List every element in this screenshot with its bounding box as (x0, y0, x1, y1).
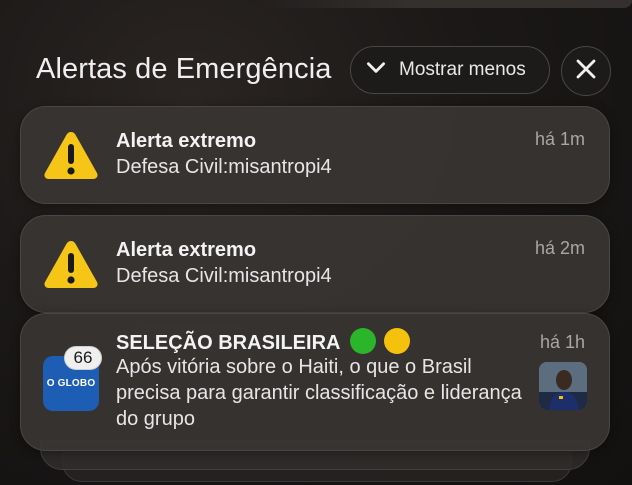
close-button[interactable] (561, 46, 611, 96)
notification-title: SELEÇÃO BRASILEIRA (116, 328, 410, 355)
article-thumbnail (539, 362, 587, 410)
notification-title-text: SELEÇÃO BRASILEIRA (116, 332, 340, 354)
show-less-button[interactable]: Mostrar menos (350, 46, 550, 94)
chevron-down-icon (363, 54, 389, 86)
notification-title: Alerta extremo (116, 130, 257, 152)
notification-time: há 1h (539, 332, 585, 352)
app-icon-label: O GLOBO (46, 378, 96, 389)
warning-triangle-icon (43, 238, 99, 295)
notification-body: Defesa Civil:misantropi4 (116, 156, 332, 178)
green-circle-emoji (350, 328, 377, 354)
top-stack-edge (260, 0, 632, 8)
notification-body: Defesa Civil:misantropi4 (116, 265, 332, 287)
notification-card[interactable]: O GLOBO 66 SELEÇÃO BRASILEIRA Após vitór… (20, 313, 610, 451)
notification-card[interactable]: Alerta extremo Defesa Civil:misantropi4 … (20, 106, 610, 204)
close-icon (575, 58, 597, 85)
notification-time: há 2m (534, 238, 585, 258)
notification-body: Após vitória sobre o Haiti, o que o Bras… (116, 356, 522, 430)
section-title: Alertas de Emergência (36, 53, 332, 85)
notification-time: há 1m (534, 129, 585, 149)
notification-title: Alerta extremo (116, 239, 257, 261)
notification-card[interactable]: Alerta extremo Defesa Civil:misantropi4 … (20, 215, 610, 313)
warning-triangle-icon (43, 129, 99, 186)
yellow-circle-emoji (383, 328, 410, 354)
unread-count-badge: 66 (64, 346, 102, 370)
show-less-label: Mostrar menos (399, 59, 526, 80)
